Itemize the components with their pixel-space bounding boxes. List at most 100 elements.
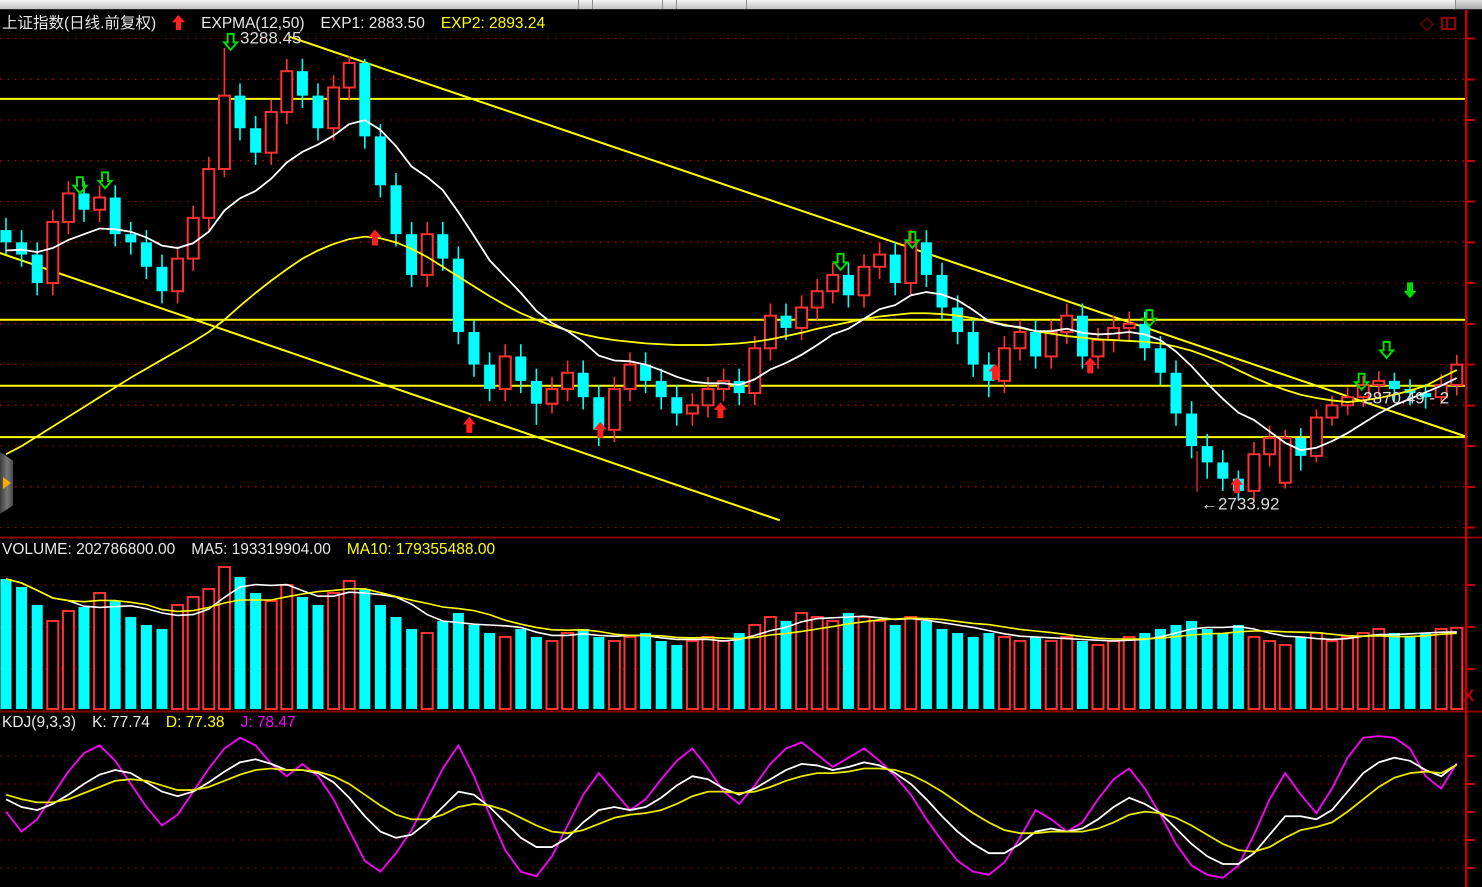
volume-bar-up [1451,628,1462,709]
volume-bar-up [703,637,714,709]
volume-bar-up [905,617,916,709]
volume-bar-down [1295,637,1306,709]
candle-body-up [905,242,916,283]
sell-signal-arrow-icon [1380,342,1393,358]
candle-body-down [406,234,417,275]
top-strip-separator [578,0,579,9]
volume-bar-up [500,637,511,709]
candle-body-up [188,218,199,259]
low-price-label: ←2733.92 [1201,495,1279,514]
candle-body-up [500,356,511,389]
candle-body-down [469,332,480,365]
kdj-title[interactable]: KDJ(9,3,3) [2,714,76,731]
volume-bar-down [515,629,526,709]
candle-body-up [1124,324,1135,328]
candle-body-up [609,389,620,430]
volume-bar-down [406,629,417,709]
exp2-value: EXP2: 2893.24 [441,15,545,32]
volume-bar-up [1280,645,1291,709]
candle-body-down [952,308,963,332]
candle-body-up [765,316,776,349]
volume-bar-down [1405,637,1416,709]
volume-ma5-value: MA5: 193319904.00 [191,541,331,558]
volume-bar-down [593,637,604,709]
candle-body-down [125,234,136,242]
volume-bar-down [952,633,963,709]
top-strip-separator [662,0,663,9]
split-window-icon[interactable] [1441,17,1456,30]
volume-bar-up [1061,637,1072,709]
candle-body-down [484,365,495,389]
volume-bar-down [1202,629,1213,709]
candle-body-down [515,356,526,380]
volume-bar-down [1217,633,1228,709]
volume-bar-up [1436,629,1447,709]
volume-bar-down [484,633,495,709]
buy-signal-arrow-icon [1084,357,1097,373]
candle-body-down [781,316,792,328]
volume-bar-down [157,629,168,709]
diamond-icon[interactable]: ◇ [1420,14,1434,32]
volume-bar-down [469,625,480,709]
candle-body-down [250,128,261,152]
volume-bar-down [640,633,651,709]
sell-signal-arrow-icon [99,172,112,188]
volume-bar-down [375,605,386,709]
volume-bar-up [874,621,885,709]
symbol-title[interactable]: 上证指数(日线.前复权) [2,15,156,32]
volume-bar-down [1233,625,1244,709]
candle-body-down [1,230,12,242]
volume-value: VOLUME: 202786800.00 [2,541,175,558]
candle-body-down [921,242,932,275]
volume-bar-down [968,637,979,709]
candle-body-down [937,275,948,308]
volume-bar-up [422,633,433,709]
candle-body-up [703,389,714,405]
candle-body-down [1186,413,1197,446]
volume-bar-up [344,581,355,709]
main-pane-header: 上证指数(日线.前复权)EXPMA(12,50)EXP1: 2883.50EXP… [2,11,561,35]
top-strip-separator [592,0,593,9]
volume-bar-up [219,567,230,709]
trendline[interactable] [290,37,1468,437]
candle-body-down [32,255,43,284]
volume-bar-down [531,637,542,709]
volume-bar-down [110,601,121,709]
volume-bar-down [141,625,152,709]
candle-body-up [1451,365,1462,385]
volume-bar-up [94,593,105,709]
volume-bar-up [687,641,698,709]
candle-body-up [266,112,277,153]
candle-body-up [718,381,729,389]
volume-bar-down [250,593,261,709]
volume-bar-up [562,633,573,709]
candle-body-up [94,198,105,210]
volume-bar-down [437,621,448,709]
candle-body-up [1249,454,1260,491]
close-pane-icon[interactable]: X [1463,687,1474,704]
candle-body-up [547,389,558,404]
candle-body-down [640,365,651,381]
chart-canvas: 3288.45←2733.922870.49 - 2 [0,0,1482,887]
candle-body-down [141,242,152,266]
volume-bar-down [1139,633,1150,709]
left-panel-expander[interactable] [0,452,13,514]
sell-signal-arrow-icon [224,34,237,50]
volume-bar-down [1,579,12,709]
volume-bar-up [1093,645,1104,709]
volume-bar-up [47,621,58,709]
trading-app-screen: 3288.45←2733.922870.49 - 2 上证指数(日线.前复权) E… [0,0,1482,887]
candle-body-up [625,365,636,389]
volume-bar-up [1327,641,1338,709]
volume-bar-up [1342,637,1353,709]
kdj-d-line [6,765,1457,852]
volume-bar-up [1264,641,1275,709]
candle-body-up [1015,332,1026,348]
volume-bar-down [32,605,43,709]
candle-body-down [843,275,854,295]
indicator-name[interactable]: EXPMA(12,50) [201,15,304,32]
candle-body-down [1077,316,1088,357]
top-strip-right-segment [1455,0,1482,9]
volume-bar-up [547,641,558,709]
volume-bar-up [859,617,870,709]
